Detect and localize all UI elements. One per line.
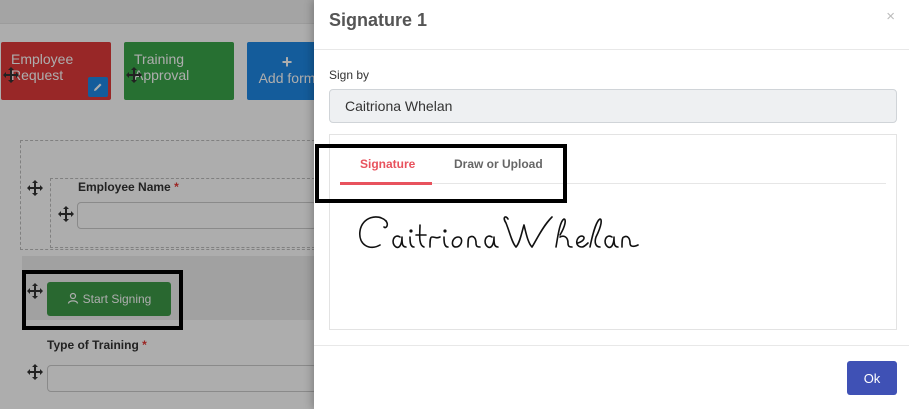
ok-button[interactable]: Ok: [847, 361, 897, 395]
modal-footer-divider: [314, 345, 909, 346]
sign-by-label: Sign by: [329, 68, 370, 82]
annotation-box: [315, 144, 567, 203]
signature-modal: Signature 1 × Sign by Caitriona Whelan S…: [314, 0, 909, 409]
modal-title: Signature 1: [329, 10, 428, 30]
ok-label: Ok: [863, 370, 881, 386]
sign-by-input[interactable]: Caitriona Whelan: [329, 89, 897, 123]
close-icon[interactable]: ×: [886, 8, 895, 25]
signature-preview: [356, 207, 646, 262]
modal-header: Signature 1 ×: [314, 0, 909, 50]
